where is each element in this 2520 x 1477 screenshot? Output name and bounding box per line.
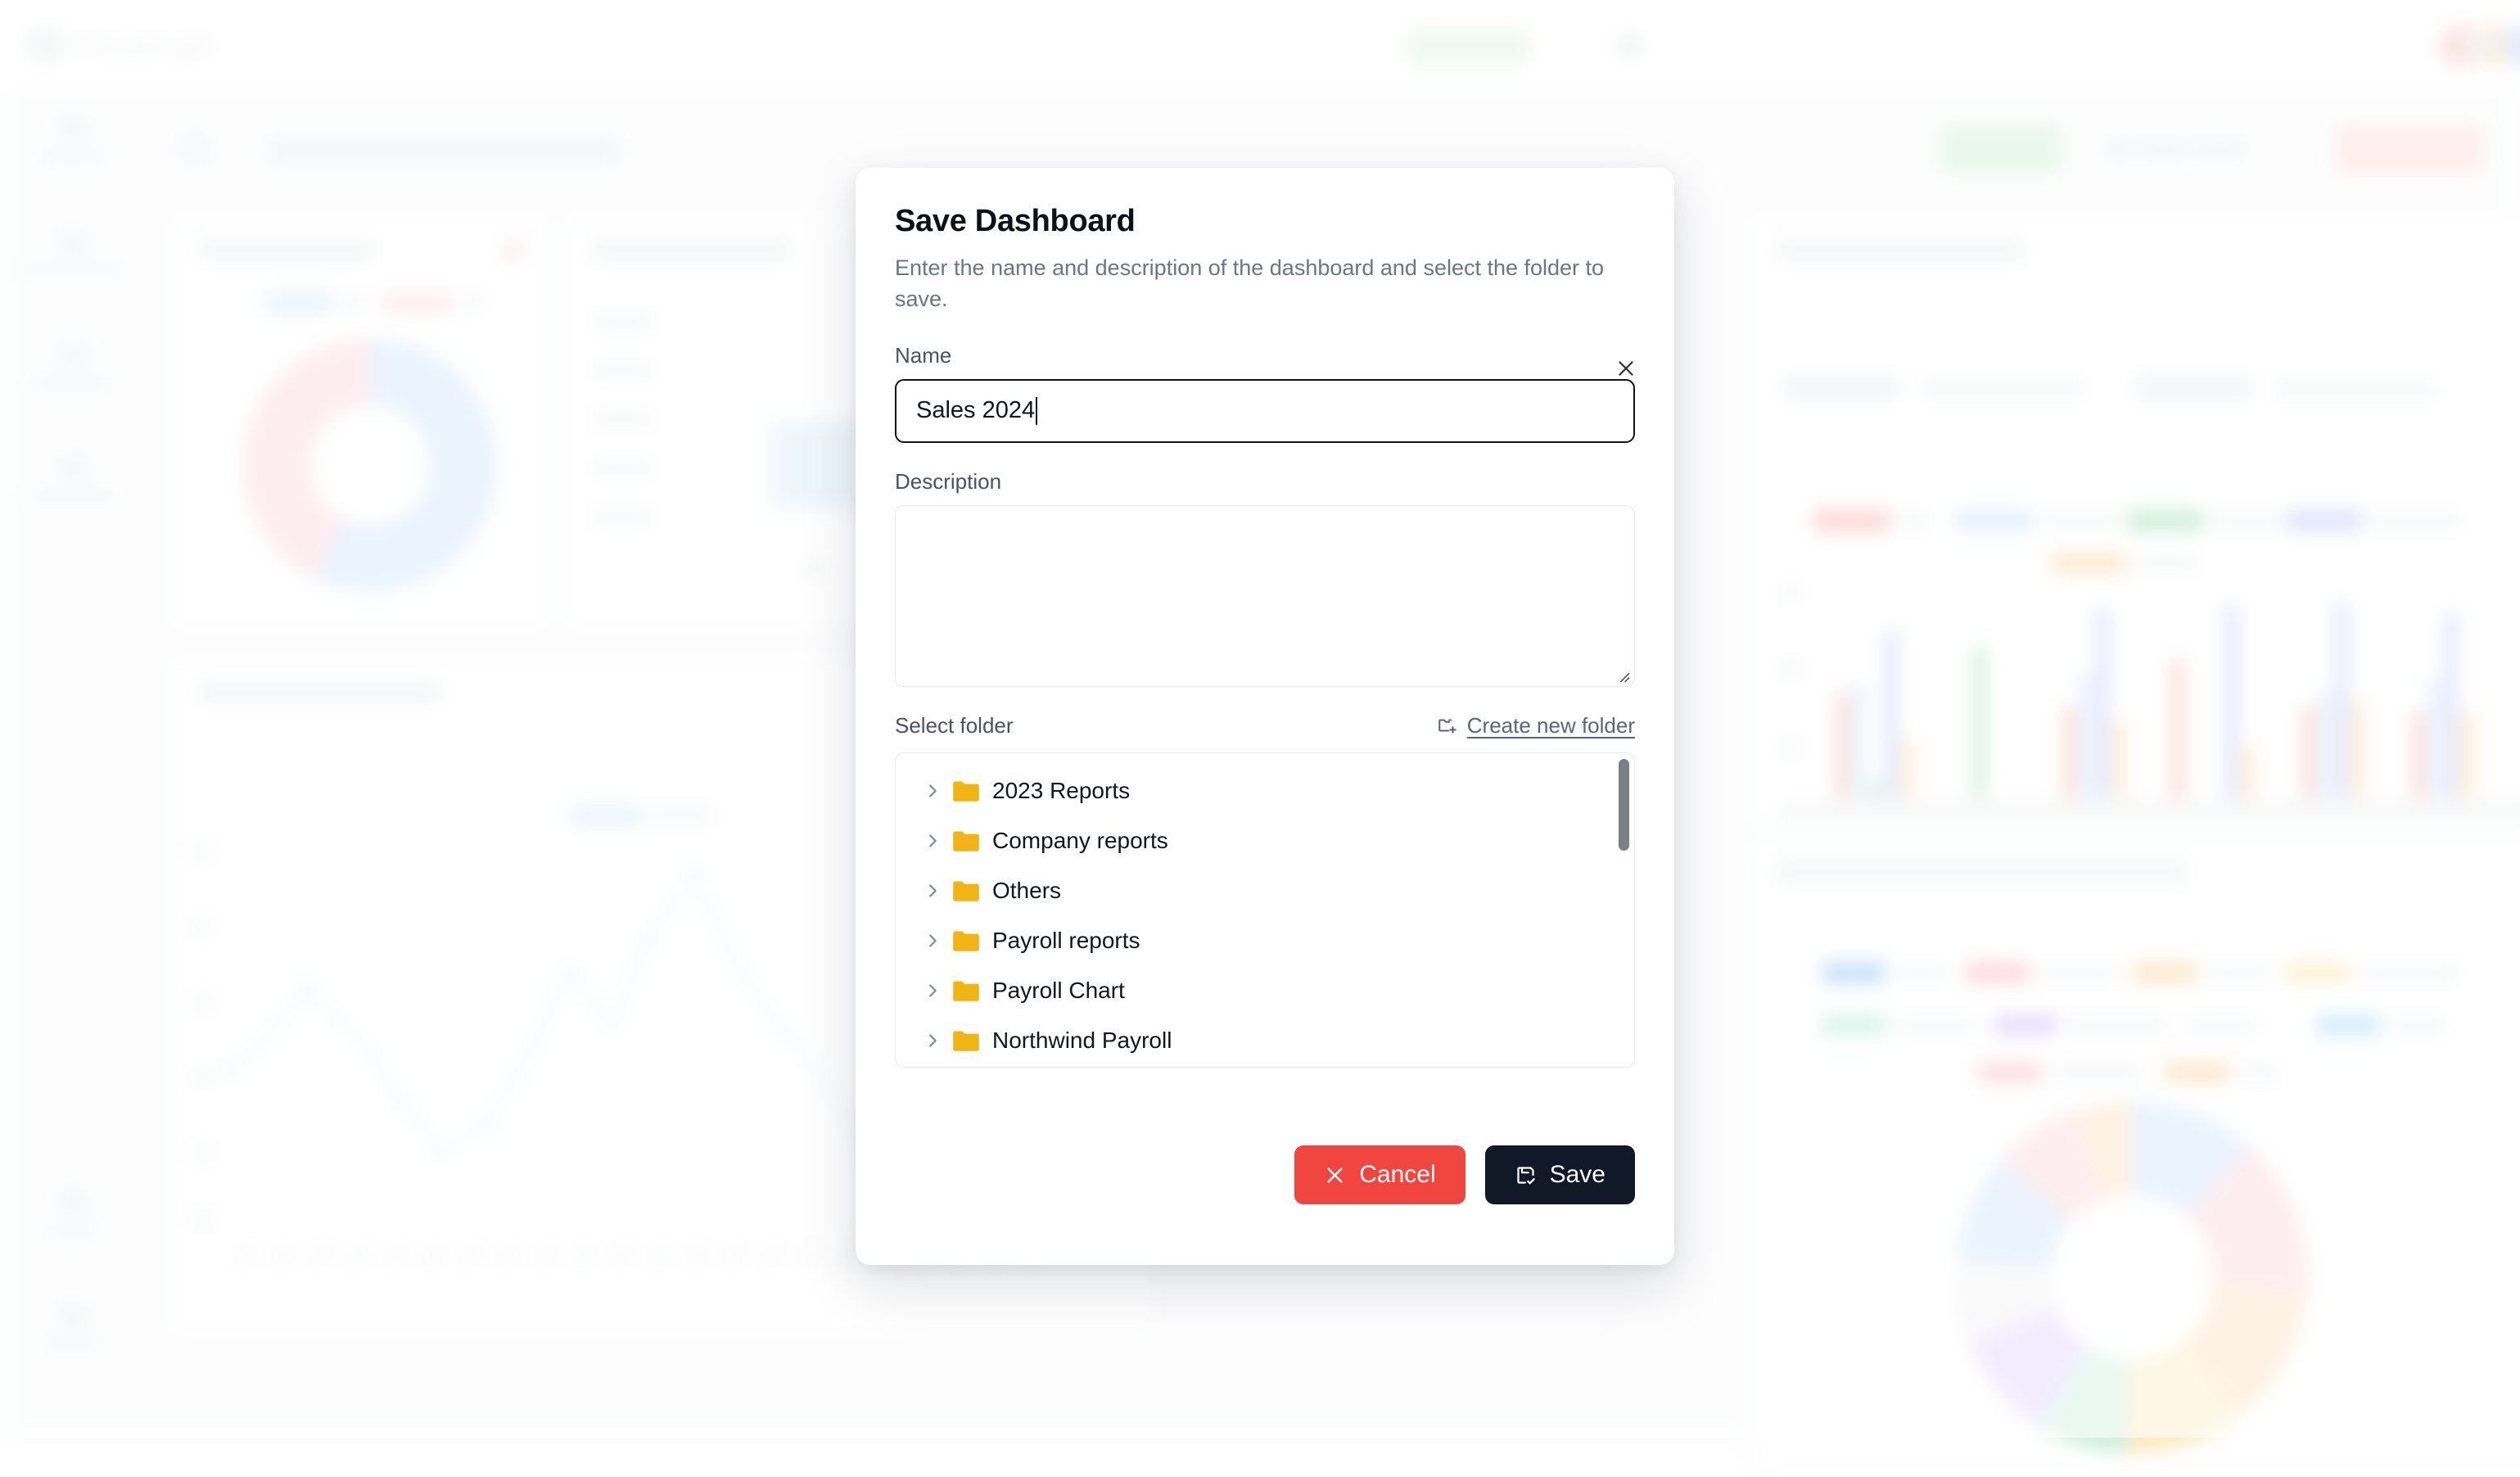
folder-icon	[952, 829, 980, 852]
name-field-group: Name Sales 2024	[895, 343, 1635, 443]
folder-name: Payroll reports	[992, 928, 1140, 954]
folder-name: Payroll Chart	[992, 978, 1125, 1004]
close-icon[interactable]	[1607, 350, 1645, 387]
cancel-button-label: Cancel	[1359, 1161, 1435, 1189]
description-field-group: Description	[895, 469, 1635, 687]
save-check-icon	[1515, 1164, 1537, 1186]
name-input[interactable]: Sales 2024	[895, 379, 1635, 443]
description-input[interactable]	[895, 505, 1635, 687]
folder-name: 2023 Reports	[992, 778, 1130, 804]
folder-row[interactable]: Northwind Payroll	[896, 1016, 1634, 1066]
chevron-right-icon[interactable]	[924, 982, 942, 1000]
create-new-folder-link[interactable]: Create new folder	[1437, 713, 1635, 738]
scrollbar-thumb[interactable]	[1619, 759, 1629, 851]
folder-name: Others	[992, 878, 1061, 904]
folder-icon	[952, 929, 980, 952]
name-input-value: Sales 2024	[916, 397, 1035, 424]
folder-list[interactable]: 2023 Reports Company reports Others Payr…	[895, 752, 1635, 1068]
chevron-right-icon[interactable]	[924, 882, 942, 900]
chevron-right-icon[interactable]	[924, 1032, 942, 1050]
save-button-label: Save	[1550, 1161, 1605, 1189]
chevron-right-icon[interactable]	[924, 782, 942, 800]
folder-row[interactable]: Payroll reports	[896, 916, 1634, 966]
save-dashboard-modal: Save Dashboard Enter the name and descri…	[856, 168, 1674, 1265]
folder-row[interactable]: Payroll Chart	[896, 966, 1634, 1016]
save-button[interactable]: Save	[1485, 1145, 1635, 1204]
folder-row[interactable]: Company reports	[896, 816, 1634, 866]
modal-subtitle: Enter the name and description of the da…	[895, 252, 1632, 315]
modal-actions: Cancel Save	[895, 1145, 1635, 1204]
chevron-right-icon[interactable]	[924, 932, 942, 950]
cancel-button[interactable]: Cancel	[1294, 1145, 1465, 1204]
folder-rows: 2023 Reports Company reports Others Payr…	[896, 753, 1634, 1066]
folder-list-scrollbar[interactable]	[1619, 759, 1629, 1061]
chevron-right-icon[interactable]	[924, 832, 942, 850]
resize-handle-icon[interactable]	[1616, 669, 1630, 683]
folder-row[interactable]: Others	[896, 866, 1634, 916]
folder-icon	[952, 979, 980, 1002]
folder-icon	[952, 1029, 980, 1052]
modal-title: Save Dashboard	[895, 204, 1635, 239]
text-caret	[1036, 397, 1037, 425]
folder-plus-icon	[1437, 715, 1458, 736]
name-label: Name	[895, 343, 1635, 368]
folder-icon	[952, 779, 980, 802]
description-label: Description	[895, 469, 1635, 495]
create-new-folder-label: Create new folder	[1467, 713, 1635, 738]
x-icon	[1324, 1164, 1346, 1186]
folder-section-header: Select folder Create new folder	[895, 713, 1635, 738]
select-folder-label: Select folder	[895, 713, 1014, 738]
folder-name: Company reports	[992, 828, 1168, 854]
folder-name: Northwind Payroll	[992, 1028, 1172, 1054]
folder-row[interactable]: 2023 Reports	[896, 766, 1634, 816]
folder-icon	[952, 879, 980, 902]
